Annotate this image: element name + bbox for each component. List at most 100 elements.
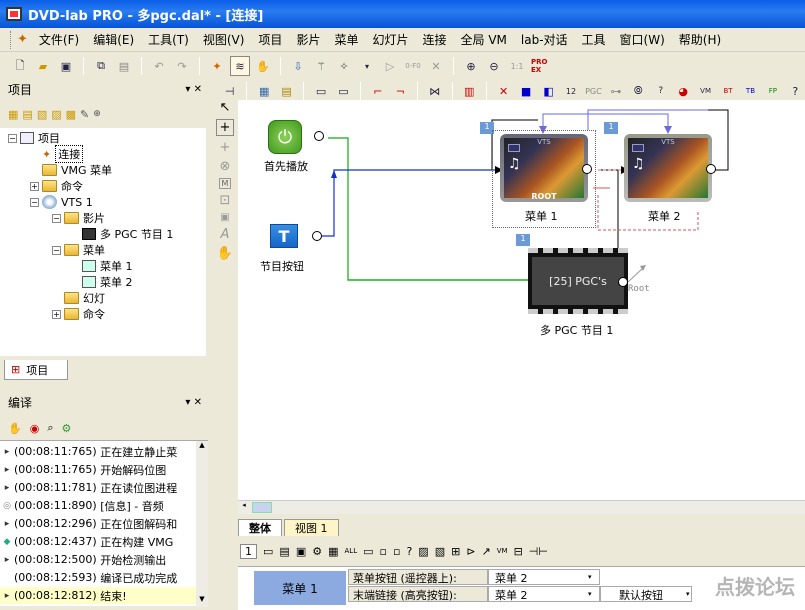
add-node-icon[interactable]: + [220,140,231,155]
menu2-node[interactable]: VTS ♫ [624,134,712,202]
hscroll-thumb[interactable] [252,502,272,513]
grid-icon[interactable]: ▦ [254,81,273,101]
pgc-icon[interactable]: PGC [584,81,603,101]
bt-n-icon[interactable]: ⊟ [514,545,523,558]
bt-m-icon[interactable]: ↗ [482,545,491,558]
bt-h-icon[interactable]: ? [406,545,412,558]
menu-menu[interactable]: 菜单 [327,31,365,48]
bt-i-icon[interactable]: ▨ [418,545,428,558]
bt-all-icon[interactable]: ALL [345,547,358,555]
number-12-icon[interactable]: 12 [561,81,580,101]
title-button-node[interactable]: T [270,224,298,248]
add-folder-icon[interactable]: ▨ [51,108,61,121]
menu-lab-dialog[interactable]: lab-对话 [514,31,575,48]
tree-item-vts1[interactable]: − VTS 1 [30,194,93,210]
tree-item-commands[interactable]: + 命令 [52,306,105,322]
bt-j-icon[interactable]: ▧ [435,545,445,558]
tree-item-menus[interactable]: − 菜单 [52,242,105,258]
bt-vm-icon[interactable]: VM [497,547,508,555]
menu1-node[interactable]: VTS ♫ ROOT [500,134,588,202]
canvas-hscroll[interactable]: ◂ [238,500,805,514]
question-icon[interactable]: ? [651,81,670,101]
offset-icon[interactable]: 0-F0 [403,56,423,76]
camera-icon[interactable]: ⦾ [629,81,648,101]
delete-link-icon[interactable]: ✕ [494,81,513,101]
pro-ex-icon[interactable]: PRO EX [530,56,550,76]
scroll-left-icon[interactable]: ◂ [238,501,250,514]
wand-icon[interactable]: ⚚ [311,56,331,76]
select-tool-icon[interactable]: ⊡ [220,193,231,208]
fp-icon[interactable]: FP [763,81,782,101]
align-left-icon[interactable]: ▭ [311,81,330,101]
add-vts-icon[interactable]: ⊕ [93,109,101,119]
menu-tools[interactable]: 工具(T) [141,31,196,48]
text-tool-icon[interactable]: A [221,227,230,242]
scroll-up-icon[interactable]: ▲ [196,441,208,453]
magic-icon[interactable]: ✧ [334,56,354,76]
open-folder-icon[interactable]: ▰ [33,56,53,76]
collapse-icon[interactable]: − [8,133,17,143]
save-icon[interactable]: ▣ [56,56,76,76]
zoom-in-icon[interactable]: ⊕ [461,56,481,76]
menu-global-vm[interactable]: 全局 VM [454,31,514,48]
layers-icon[interactable]: ≋ [230,56,250,76]
chain-icon[interactable]: ⋈ [425,81,444,101]
prop-dropdown-icon[interactable]: ▾ [588,570,598,584]
pie-icon[interactable]: ◕ [673,81,692,101]
bt-screen-icon[interactable]: ▭ [263,545,273,558]
bt-l-icon[interactable]: ⊳ [466,545,475,558]
copy-icon[interactable]: ⧉ [91,56,111,76]
m-tool-icon[interactable]: M [218,178,232,189]
redo-icon[interactable]: ↷ [172,56,192,76]
connect-a-icon[interactable]: ⌐ [368,81,387,101]
collapse-icon[interactable]: − [30,197,39,207]
paste-icon[interactable]: ▤ [114,56,134,76]
pg-tool-icon[interactable]: ▣ [220,212,229,223]
compile-stop-icon[interactable]: ◉ [30,422,40,435]
pointer-tool-icon[interactable]: ↖ [220,100,231,115]
prop-dropdown-icon[interactable]: ▾ [588,587,598,601]
menubar-grip[interactable] [10,30,13,49]
hand-tool-icon[interactable]: ✋ [217,246,233,261]
filmstrip-icon[interactable]: ▥ [460,81,479,101]
bt-b-icon[interactable]: ▣ [296,545,306,558]
link-tool-icon[interactable]: ✦ [207,56,227,76]
dropdown-icon[interactable]: ▾ [357,56,377,76]
bt-e-icon[interactable]: ▭ [363,545,373,558]
first-play-node[interactable]: ⏻ [268,120,302,154]
tree-item-connect[interactable]: ✦ 连接 [42,145,84,163]
menu-help[interactable]: 帮助(H) [672,31,728,48]
menu-window[interactable]: 窗口(W) [613,31,672,48]
prop-extra-default-button[interactable]: 默认按钮 [600,586,692,602]
pgc-port[interactable] [618,277,628,287]
scroll-down-icon[interactable]: ▼ [196,595,208,607]
compile-panel-controls[interactable]: ▾ ✕ [185,397,202,408]
expand-icon[interactable]: + [30,181,39,191]
menu-connect[interactable]: 连接 [415,31,453,48]
new-file-icon[interactable]: 🗋 [10,56,30,76]
crosshair-tool-icon[interactable]: + [215,119,235,136]
menu-view[interactable]: 视图(V) [196,31,252,48]
undo-icon[interactable]: ↶ [149,56,169,76]
help-icon[interactable]: ? [786,81,805,101]
menu-project[interactable]: 项目 [251,31,289,48]
bt-icon[interactable]: BT [718,81,737,101]
bt-d-icon[interactable]: ▦ [328,545,338,558]
page-number[interactable]: 1 [240,543,257,559]
menu-slideshow[interactable]: 幻灯片 [365,31,415,48]
hand-icon[interactable]: ✋ [253,56,273,76]
tree-item-vmg-menu[interactable]: VMG 菜单 [42,162,112,178]
menu-edit[interactable]: 编辑(E) [86,31,141,48]
layout-icon[interactable]: ▤ [277,81,296,101]
tab-view1[interactable]: 视图 1 [284,519,339,536]
tree-item-project[interactable]: − 项目 [8,130,60,146]
menu-file[interactable]: 文件(F) [32,31,86,48]
compile-search-icon[interactable]: ⌕ [47,421,53,435]
first-play-port[interactable] [314,131,324,141]
menu-movie[interactable]: 影片 [289,31,327,48]
compile-run-icon[interactable]: ⚙ [61,422,71,435]
bt-a-icon[interactable]: ▤ [279,545,289,558]
pgc-node[interactable]: [25] PGC's [528,248,628,314]
bt-k-icon[interactable]: ⊞ [451,545,460,558]
add-movie-icon[interactable]: ▦ [8,108,18,121]
